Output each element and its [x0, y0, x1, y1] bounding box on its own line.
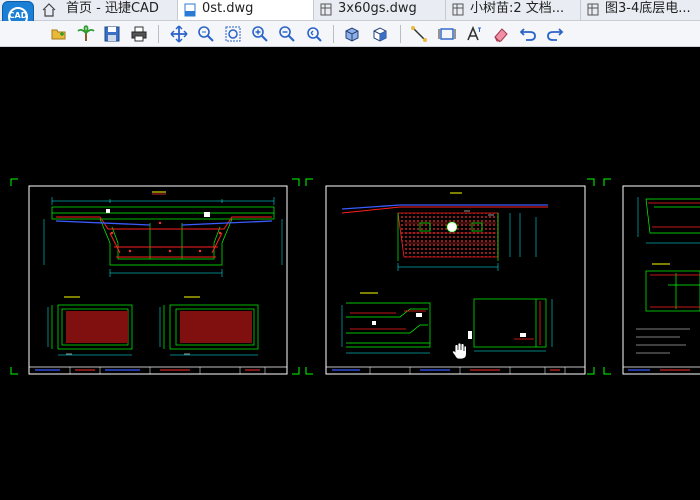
text-icon[interactable] — [465, 25, 483, 43]
toolbar-separator — [400, 25, 401, 43]
cad-drawing — [10, 178, 700, 375]
drawing-canvas[interactable] — [0, 47, 700, 500]
tab-xiaoshumiao[interactable]: 小树苗:2 文档... — [446, 0, 581, 20]
zoom-out-icon[interactable] — [278, 25, 296, 43]
3d-view-icon[interactable] — [371, 25, 389, 43]
tab-label: 0st.dwg — [202, 1, 254, 16]
grid-doc-icon — [320, 3, 332, 16]
dwg-file-icon — [184, 3, 196, 17]
tab-3x60gs-dwg[interactable]: 3x60gs.dwg — [314, 0, 446, 20]
area-measure-icon[interactable] — [438, 25, 456, 43]
redo-icon[interactable] — [546, 25, 564, 43]
zoom-realtime-icon[interactable] — [197, 25, 215, 43]
logo-text: CAD — [8, 11, 28, 20]
sheet-1 — [28, 185, 288, 375]
palm-tree-icon[interactable] — [77, 25, 95, 43]
toolbar — [0, 21, 700, 47]
print-icon[interactable] — [130, 25, 148, 43]
hand-cursor-icon — [451, 342, 467, 360]
pan-icon[interactable] — [170, 25, 188, 43]
grid-doc-icon — [452, 3, 464, 16]
tab-bar: 首页 - 迅捷CAD 0st.dwg 3x60gs.dwg 小树苗:2 文档..… — [0, 0, 700, 21]
zoom-window-icon[interactable] — [224, 25, 242, 43]
3d-box-icon[interactable] — [343, 25, 361, 43]
line-measure-icon[interactable] — [410, 25, 428, 43]
save-icon[interactable] — [103, 25, 121, 43]
toolbar-separator — [333, 25, 334, 43]
tab-home[interactable]: 首页 - 迅捷CAD — [36, 0, 178, 20]
open-folder-icon[interactable] — [50, 25, 68, 43]
tab-label: 首页 - 迅捷CAD — [66, 1, 159, 16]
undo-icon[interactable] — [519, 25, 537, 43]
tab-label: 3x60gs.dwg — [338, 1, 417, 16]
toolbar-separator — [158, 25, 159, 43]
tab-figure-3-4[interactable]: 图3-4底层电... — [581, 0, 700, 20]
tab-label: 小树苗:2 文档... — [470, 1, 565, 16]
tab-0st-dwg[interactable]: 0st.dwg — [178, 0, 314, 20]
home-icon — [42, 3, 56, 17]
grid-doc-icon — [587, 3, 599, 16]
zoom-in-icon[interactable] — [251, 25, 269, 43]
tab-label: 图3-4底层电... — [605, 1, 691, 16]
eraser-icon[interactable] — [492, 25, 510, 43]
sheet-3 — [622, 185, 700, 375]
zoom-previous-icon[interactable] — [305, 25, 323, 43]
